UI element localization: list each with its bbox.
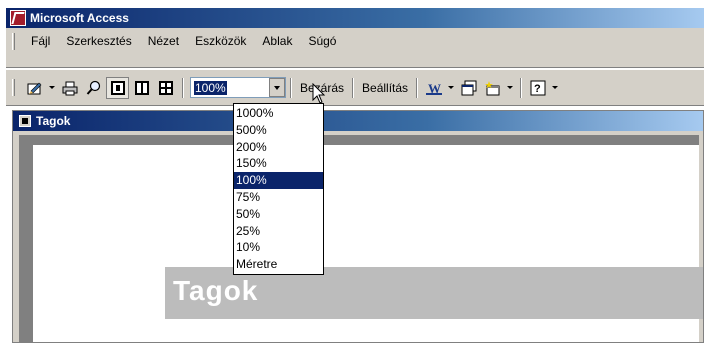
toolbar-separator xyxy=(290,77,292,98)
zoom-button[interactable] xyxy=(82,77,105,99)
print-preview-toolbar: 100% Bezárás Beállítás W ? xyxy=(6,70,704,106)
toolbar-options-arrow[interactable] xyxy=(550,77,559,99)
zoom-option[interactable]: 500% xyxy=(234,122,323,139)
zoom-option-fit[interactable]: Méretre xyxy=(234,256,323,273)
report-icon[interactable] xyxy=(19,115,31,127)
printer-icon xyxy=(62,81,77,95)
design-view-button[interactable] xyxy=(23,77,46,99)
zoom-option[interactable]: 25% xyxy=(234,223,323,240)
menu-window[interactable]: Ablak xyxy=(254,32,300,50)
design-view-icon xyxy=(27,82,41,94)
one-page-button[interactable] xyxy=(106,76,129,99)
view-dropdown-arrow[interactable] xyxy=(47,77,56,99)
menu-grip[interactable] xyxy=(12,32,15,50)
toolbar-grip[interactable] xyxy=(12,79,15,96)
zoom-option[interactable]: 10% xyxy=(234,239,323,256)
zoom-option[interactable]: 1000% xyxy=(234,105,323,122)
document-title-bar: Tagok xyxy=(13,111,703,131)
database-window-button[interactable] xyxy=(457,77,480,99)
zoom-combo-box[interactable]: 100% xyxy=(190,77,286,98)
report-title: Tagok xyxy=(173,275,259,306)
zoom-dropdown-button[interactable] xyxy=(269,78,285,97)
menu-view[interactable]: Nézet xyxy=(140,32,187,50)
two-pages-button[interactable] xyxy=(130,77,153,99)
multiple-pages-button[interactable] xyxy=(154,77,177,99)
magnifier-icon xyxy=(86,80,100,95)
database-window-icon xyxy=(461,80,477,95)
toolbar-separator xyxy=(352,77,355,98)
toolbar-separator xyxy=(520,77,523,98)
multiple-pages-icon xyxy=(158,80,173,95)
word-icon: W xyxy=(425,81,442,96)
zoom-option[interactable]: 75% xyxy=(234,189,323,206)
help-icon: ? xyxy=(530,80,546,95)
document-window: Tagok Tagok xyxy=(12,110,704,343)
menu-help[interactable]: Súgó xyxy=(300,32,344,50)
mouse-cursor-icon xyxy=(312,83,326,104)
zoom-option-selected[interactable]: 100% xyxy=(234,172,323,189)
two-pages-icon xyxy=(134,80,149,95)
print-button[interactable] xyxy=(58,77,81,99)
svg-text:?: ? xyxy=(534,83,541,95)
access-app-icon[interactable] xyxy=(10,10,26,26)
zoom-dropdown-list[interactable]: 1000% 500% 200% 150% 100% 75% 50% 25% 10… xyxy=(233,103,324,275)
menu-edit[interactable]: Szerkesztés xyxy=(58,32,139,50)
menu-file[interactable]: Fájl xyxy=(23,32,58,50)
zoom-option[interactable]: 150% xyxy=(234,155,323,172)
toolbar-separator xyxy=(182,77,184,98)
toolbar-separator xyxy=(416,77,419,98)
menu-bar: Fájl Szerkesztés Nézet Eszközök Ablak Sú… xyxy=(6,28,704,68)
zoom-value-text: 100% xyxy=(194,80,227,95)
new-object-button[interactable] xyxy=(481,77,504,99)
document-title: Tagok xyxy=(36,114,71,128)
zoom-option[interactable]: 50% xyxy=(234,206,323,223)
office-links-button[interactable]: W xyxy=(422,77,445,99)
menu-tools[interactable]: Eszközök xyxy=(187,32,254,50)
zoom-value-field[interactable]: 100% xyxy=(191,78,269,97)
setup-button[interactable]: Beállítás xyxy=(358,81,412,95)
one-page-icon xyxy=(110,80,125,95)
app-title-bar: Microsoft Access xyxy=(6,8,704,28)
office-links-dropdown-arrow[interactable] xyxy=(446,77,455,99)
new-object-icon xyxy=(484,80,500,95)
help-button[interactable]: ? xyxy=(526,77,549,99)
new-object-dropdown-arrow[interactable] xyxy=(505,77,514,99)
zoom-option[interactable]: 200% xyxy=(234,139,323,156)
app-title: Microsoft Access xyxy=(30,11,129,25)
